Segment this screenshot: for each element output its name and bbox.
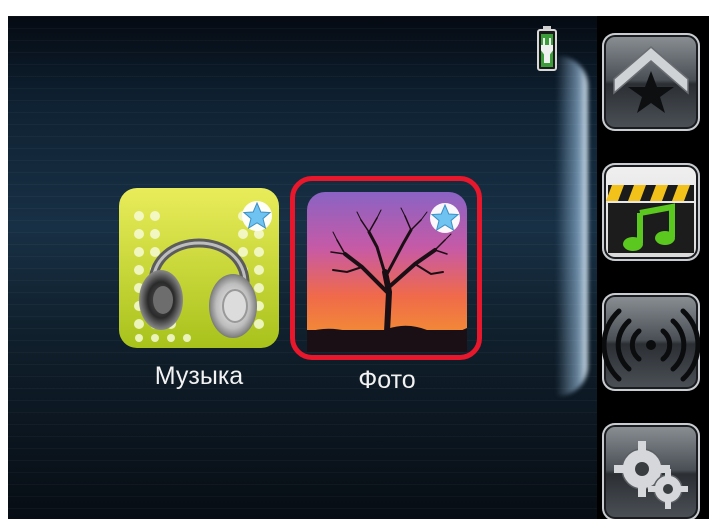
menu-edge-glow: [556, 56, 588, 396]
selection-highlight: [290, 176, 482, 360]
sidebar: [597, 16, 709, 519]
sidebar-item-favorites[interactable]: [602, 33, 700, 131]
media-music-icon: [606, 185, 694, 253]
device-screen: Музыка Фото: [8, 16, 709, 519]
sidebar-item-media[interactable]: [602, 163, 700, 261]
battery-charging-icon: [536, 26, 558, 72]
settings-gears-icon: [614, 441, 688, 509]
sidebar-item-settings[interactable]: [602, 423, 700, 519]
app-label-music: Музыка: [154, 362, 244, 390]
app-music[interactable]: [119, 188, 279, 348]
app-label-photo: Фото: [358, 366, 416, 394]
favorite-star-icon: [242, 201, 272, 231]
headphones-icon: [119, 188, 279, 348]
sidebar-item-radio[interactable]: [602, 293, 700, 391]
radio-broadcast-icon: [602, 308, 700, 382]
favorites-star-icon: [613, 46, 689, 113]
